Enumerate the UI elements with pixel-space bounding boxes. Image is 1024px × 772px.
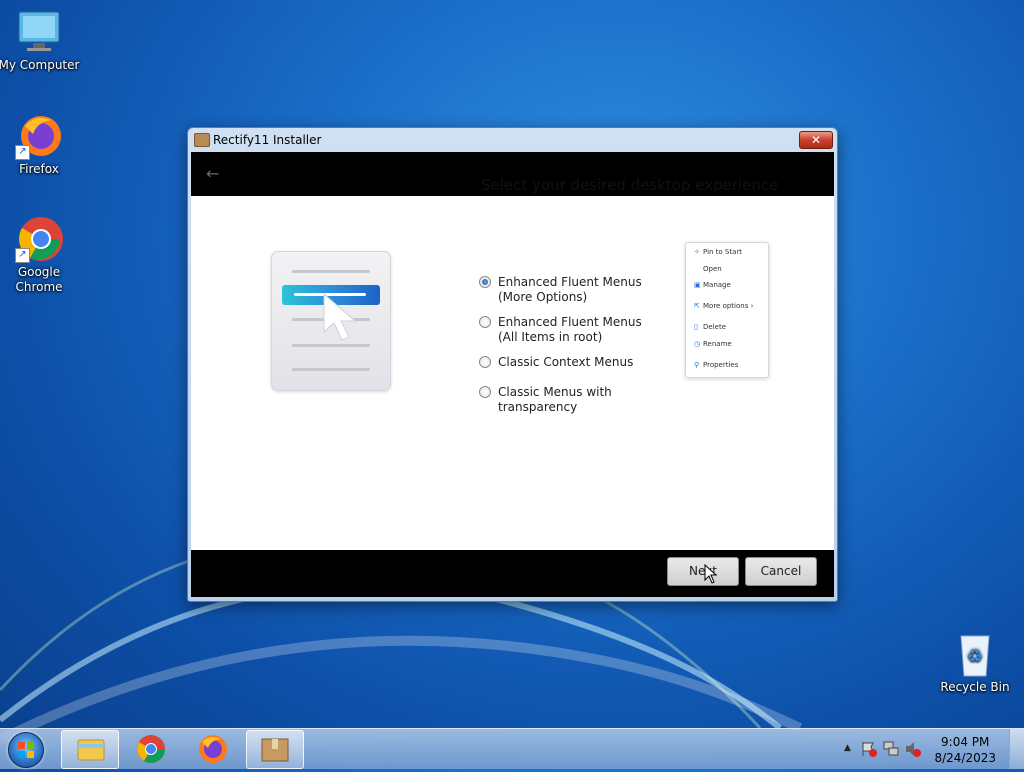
radio-button[interactable] (479, 356, 491, 368)
more-options-icon: ⇱ (694, 302, 700, 310)
preview-menu-item: ▣ Manage (694, 281, 731, 289)
desktop-icon-recycle-bin[interactable]: ♻ Recycle Bin (933, 630, 1017, 694)
option-label: Classic Menus with transparency (498, 385, 612, 414)
desktop-icon-label: Google Chrome (15, 265, 63, 294)
shortcut-arrow-icon: ↗ (15, 248, 30, 263)
preview-menu-item: Open (703, 265, 722, 273)
rename-icon: ◷ (694, 340, 701, 348)
close-button[interactable]: ✕ (799, 131, 833, 149)
show-desktop-button[interactable] (1009, 729, 1024, 769)
window-content: ← Select your desired desktop experience… (191, 152, 834, 597)
system-tray: ▲ 9:04 PM 8/24/2023 (834, 729, 1024, 769)
installer-app-icon (194, 133, 210, 147)
taskbar-firefox[interactable] (185, 730, 241, 767)
context-menu-illustration (271, 251, 391, 391)
computer-icon (15, 8, 63, 56)
clock-time: 9:04 PM (941, 735, 990, 749)
windows-logo-icon (18, 742, 34, 758)
chrome-icon (137, 735, 165, 763)
chrome-icon: ↗ (15, 215, 63, 263)
recycle-bin-icon: ♻ (951, 630, 999, 678)
wrench-icon: ⚲ (694, 361, 700, 369)
option-label: Classic Context Menus (498, 355, 634, 369)
bottom-bar: Next Cancel (191, 550, 834, 597)
folder-icon (77, 739, 105, 761)
firefox-icon: ↗ (15, 112, 63, 160)
illus-line (292, 368, 370, 371)
preview-menu-item: ⇱ More options › (694, 302, 754, 310)
clock-date: 8/24/2023 (934, 751, 996, 765)
show-hidden-icons-button[interactable]: ▲ (844, 743, 851, 753)
package-icon (261, 738, 289, 762)
desktop-icon-chrome[interactable]: ↗ Google Chrome (0, 215, 81, 295)
network-icon[interactable] (882, 740, 900, 758)
radio-button[interactable] (479, 276, 491, 288)
illus-line (292, 270, 370, 273)
desktop-icon-label: Firefox (19, 162, 59, 176)
taskbar: ▲ 9:04 PM 8/24/2023 (0, 728, 1024, 769)
preview-menu-item: ✧ Pin to Start (694, 248, 743, 256)
manage-icon: ▣ (694, 281, 701, 289)
volume-muted-icon[interactable] (904, 740, 922, 758)
trash-icon: ▯ (694, 323, 698, 331)
clock[interactable]: 9:04 PM 8/24/2023 (934, 734, 996, 766)
window-title: Rectify11 Installer (213, 133, 322, 147)
preview-menu-item: ⚲ Properties (694, 361, 739, 369)
mouse-cursor-icon (704, 564, 718, 584)
desktop-icon-label: Recycle Bin (940, 680, 1010, 694)
svg-text:♻: ♻ (967, 646, 983, 667)
radio-button[interactable] (479, 386, 491, 398)
taskbar-explorer[interactable] (61, 730, 119, 769)
desktop-icon-label: My Computer (0, 58, 80, 72)
taskbar-chrome[interactable] (123, 730, 179, 767)
pin-icon: ✧ (694, 248, 700, 256)
context-menu-preview: ✧ Pin to Start Open ▣ Manage ⇱ More options… (685, 242, 769, 378)
installer-window: Rectify11 Installer ✕ ← Select your desi… (187, 127, 838, 602)
next-button[interactable]: Next (667, 557, 739, 586)
desktop-icon-my-computer[interactable]: My Computer (0, 8, 81, 72)
page-heading: Select your desired desktop experience (481, 176, 779, 194)
title-bar[interactable]: Rectify11 Installer ✕ (188, 128, 837, 152)
taskbar-installer[interactable] (246, 730, 304, 769)
cancel-button[interactable]: Cancel (745, 557, 817, 586)
option-label: Enhanced Fluent Menus (More Options) (498, 275, 642, 304)
preview-menu-item: ◷ Rename (694, 340, 732, 348)
preview-menu-item: ▯ Delete (694, 323, 726, 331)
option-label: Enhanced Fluent Menus (All Items in root… (498, 315, 642, 344)
firefox-icon (199, 735, 227, 763)
chevron-right-icon: › (750, 302, 754, 310)
desktop-icon-firefox[interactable]: ↗ Firefox (0, 112, 81, 176)
action-center-flag-icon[interactable] (860, 740, 878, 758)
start-button[interactable] (8, 732, 44, 768)
radio-button[interactable] (479, 316, 491, 328)
shortcut-arrow-icon: ↗ (15, 145, 30, 160)
pointer-icon (323, 292, 357, 341)
back-arrow-icon[interactable]: ← (206, 164, 219, 183)
illus-line (292, 344, 370, 347)
